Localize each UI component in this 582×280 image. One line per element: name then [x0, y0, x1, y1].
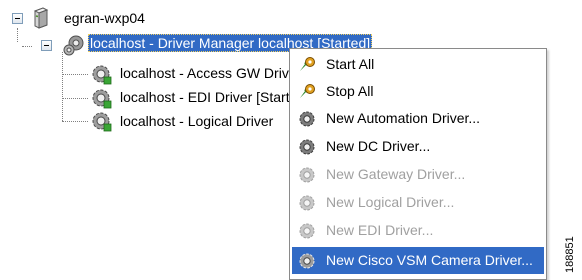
driver-gear-icon: [299, 167, 315, 183]
tree-node-edi-driver[interactable]: localhost - EDI Driver [Started]: [118, 88, 311, 106]
server-icon: [33, 7, 49, 29]
tree-node-logical-driver[interactable]: localhost - Logical Driver: [118, 112, 275, 130]
driver-gear-icon: [299, 223, 315, 239]
menu-item-new-gateway-driver[interactable]: New Gateway Driver...: [292, 161, 544, 188]
tree-line: [62, 98, 88, 99]
menu-item-label: Stop All: [326, 83, 374, 99]
menu-item-label: Start All: [326, 56, 375, 72]
menu-item-label: New DC Driver...: [326, 138, 431, 154]
start-all-icon: [300, 57, 315, 71]
tree-line: [62, 121, 88, 122]
menu-item-new-cisco-vsm-camera-driver[interactable]: New Cisco VSM Camera Driver...: [292, 247, 544, 274]
tree-line: [62, 74, 88, 75]
menu-item-label: New Automation Driver...: [326, 110, 481, 126]
menu-item-label: New Logical Driver...: [326, 194, 455, 210]
menu-item-new-edi-driver[interactable]: New EDI Driver...: [292, 217, 544, 244]
menu-item-label: New Cisco VSM Camera Driver...: [326, 252, 533, 268]
menu-item-new-dc-driver[interactable]: New DC Driver...: [292, 133, 544, 160]
tree-node-root[interactable]: egran-wxp04: [62, 9, 147, 27]
collapse-root-toggle[interactable]: [12, 13, 23, 24]
menu-item-new-automation-driver[interactable]: New Automation Driver...: [292, 105, 544, 132]
collapse-driver-manager-toggle[interactable]: [41, 40, 52, 51]
figure-code: 188851: [564, 236, 576, 274]
driver-manager-icon: [63, 35, 84, 56]
driver-gear-icon: [92, 89, 112, 109]
driver-gear-icon: [299, 253, 315, 269]
menu-item-label: New EDI Driver...: [326, 222, 434, 238]
menu-item-new-logical-driver[interactable]: New Logical Driver...: [292, 189, 544, 216]
menu-item-label: New Gateway Driver...: [326, 166, 466, 182]
driver-gear-icon: [92, 65, 112, 85]
tree-line: [62, 52, 63, 121]
menu-item-start-all[interactable]: Start All: [292, 51, 544, 78]
driver-gear-icon: [299, 111, 315, 127]
driver-gear-icon: [92, 112, 112, 132]
tree-line: [22, 46, 32, 47]
menu-item-stop-all[interactable]: Stop All: [292, 78, 544, 105]
driver-gear-icon: [299, 195, 315, 211]
driver-gear-icon: [299, 139, 315, 155]
stop-all-icon: [300, 84, 315, 98]
context-menu: Start All Stop All New Automation Driver…: [289, 48, 547, 280]
tree-node-access-gw-driver[interactable]: localhost - Access GW Driver: [118, 64, 303, 82]
tree-line: [17, 28, 18, 42]
